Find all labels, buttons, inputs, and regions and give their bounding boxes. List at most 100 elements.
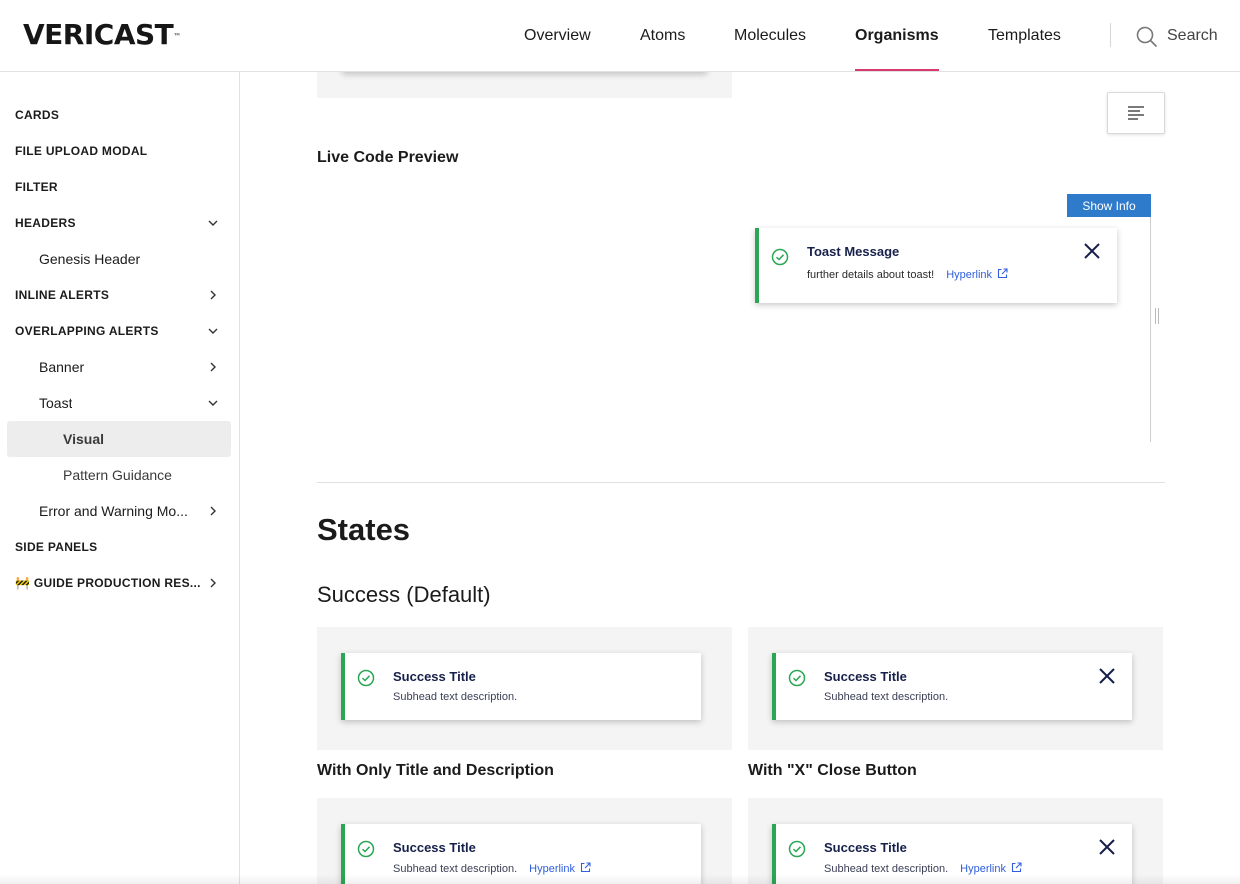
close-icon[interactable] — [1098, 838, 1116, 856]
chevron-right-icon[interactable] — [207, 289, 219, 301]
external-link-icon — [997, 268, 1008, 279]
success-toast: Success Title Subhead text description. H… — [341, 824, 701, 884]
chevron-down-icon[interactable] — [207, 325, 219, 337]
sidebar-item-pattern-guidance[interactable]: Pattern Guidance — [7, 457, 231, 493]
sidebar-item-label: OVERLAPPING ALERTS — [15, 324, 159, 338]
card-caption: With Only Title and Description — [317, 762, 554, 779]
example-card-hyperlink-close: Success Title Subhead text description. H… — [748, 798, 1163, 884]
logo-text: VERICAST — [23, 18, 174, 51]
toast-hyperlink[interactable]: Hyperlink — [529, 862, 591, 875]
states-heading: States — [317, 512, 411, 547]
sidebar-item-guide-production-resources[interactable]: 🚧 GUIDE PRODUCTION RES... — [7, 565, 231, 601]
table-of-contents-button[interactable] — [1107, 92, 1165, 134]
toast-description-text: Subhead text description. — [824, 863, 949, 875]
nav-molecules[interactable]: Molecules — [734, 0, 806, 71]
toast-hyperlink[interactable]: Hyperlink — [960, 862, 1022, 875]
toast-title: Success Title — [824, 840, 907, 855]
toast-hyperlink[interactable]: Hyperlink — [946, 268, 1008, 281]
nav-templates[interactable]: Templates — [988, 0, 1061, 71]
toast-hyperlink-text: Hyperlink — [960, 863, 1006, 875]
check-circle-icon — [771, 248, 789, 266]
sidebar-item-headers[interactable]: HEADERS — [7, 205, 231, 241]
sidebar-item-visual[interactable]: Visual — [7, 421, 231, 457]
live-code-preview-title: Live Code Preview — [317, 149, 459, 166]
check-circle-icon — [357, 669, 375, 687]
close-icon[interactable] — [1098, 667, 1116, 685]
external-link-icon — [580, 862, 591, 873]
example-card-with-hyperlink: Success Title Subhead text description. H… — [317, 798, 732, 884]
list-lines-icon — [1128, 106, 1144, 120]
toast-title: Toast Message — [807, 244, 900, 259]
preview-resize-handle[interactable] — [1155, 308, 1159, 324]
card-caption: With "X" Close Button — [748, 762, 917, 779]
toast-description: Subhead text description. Hyperlink — [393, 862, 591, 875]
logo-trademark: ™ — [173, 32, 181, 41]
sidebar-item-cards[interactable]: CARDS — [7, 97, 231, 133]
toast-description-text: Subhead text description. — [393, 863, 518, 875]
success-toast: Success Title Subhead text description. H… — [772, 824, 1132, 884]
sidebar-item-error-and-warning[interactable]: Error and Warning Mo... — [7, 493, 231, 529]
sidebar-item-label: FILE UPLOAD MODAL — [15, 144, 148, 158]
toast-description: Subhead text description. — [824, 691, 949, 703]
sidebar-item-filter[interactable]: FILTER — [7, 169, 231, 205]
toast-description: Subhead text description. Hyperlink — [824, 862, 1022, 875]
sidebar-item-label: SIDE PANELS — [15, 540, 98, 554]
toast-hyperlink-text: Hyperlink — [529, 863, 575, 875]
check-circle-icon — [788, 669, 806, 687]
sidebar-item-label: Error and Warning Mo... — [39, 503, 188, 519]
chevron-right-icon[interactable] — [207, 577, 219, 589]
toast-description-text: further details about toast! — [807, 269, 935, 281]
sidebar-navigation: CARDS FILE UPLOAD MODAL FILTER HEADERS G… — [0, 72, 240, 884]
example-card-title-description: Success Title Subhead text description. — [317, 627, 732, 750]
preview-frame-border — [1150, 196, 1151, 442]
sidebar-item-label: Banner — [39, 359, 85, 375]
success-toast: Success Title Subhead text description. — [341, 653, 701, 720]
toast-description: Subhead text description. — [393, 691, 518, 703]
toast-hyperlink-text: Hyperlink — [946, 269, 993, 281]
toast-title: Success Title — [824, 669, 907, 684]
live-toast-message: Toast Message further details about toas… — [755, 228, 1117, 303]
section-divider — [317, 482, 1165, 483]
sidebar-item-file-upload-modal[interactable]: FILE UPLOAD MODAL — [7, 133, 231, 169]
close-icon[interactable] — [1083, 242, 1101, 260]
nav-divider — [1110, 23, 1111, 47]
external-link-icon — [1011, 862, 1022, 873]
sidebar-item-label: Genesis Header — [39, 251, 141, 267]
chevron-right-icon[interactable] — [207, 505, 219, 517]
search-label: Search — [1167, 27, 1218, 44]
sidebar-item-toast[interactable]: Toast — [7, 385, 231, 421]
vericast-logo[interactable]: VERICAST™ — [23, 20, 181, 50]
sidebar-item-banner[interactable]: Banner — [7, 349, 231, 385]
search-icon — [1136, 26, 1157, 47]
sidebar-item-genesis-header[interactable]: Genesis Header — [7, 241, 231, 277]
chevron-down-icon[interactable] — [207, 217, 219, 229]
chevron-down-icon[interactable] — [207, 397, 219, 409]
show-info-button[interactable]: Show Info — [1067, 194, 1151, 217]
sidebar-item-label: HEADERS — [15, 216, 76, 230]
check-circle-icon — [788, 840, 806, 858]
toast-title: Success Title — [393, 669, 476, 684]
search-button[interactable]: Search — [1136, 24, 1218, 48]
sidebar-item-inline-alerts[interactable]: INLINE ALERTS — [7, 277, 231, 313]
nav-atoms[interactable]: Atoms — [640, 0, 685, 71]
sidebar-item-label: Visual — [63, 431, 104, 447]
sidebar-item-label: FILTER — [15, 180, 58, 194]
example-card-close-button: Success Title Subhead text description. — [748, 627, 1163, 750]
toast-description: further details about toast! Hyperlink — [807, 268, 1008, 281]
success-toast: Success Title Subhead text description. — [772, 653, 1132, 720]
toast-title: Success Title — [393, 840, 476, 855]
sidebar-item-label: INLINE ALERTS — [15, 288, 110, 302]
sidebar-item-side-panels[interactable]: SIDE PANELS — [7, 529, 231, 565]
check-circle-icon — [357, 840, 375, 858]
nav-organisms[interactable]: Organisms — [855, 0, 939, 71]
main-content: Live Code Preview Show Info Toast Messag… — [241, 72, 1240, 884]
sidebar-item-label: Toast — [39, 395, 73, 411]
nav-overview[interactable]: Overview — [524, 0, 591, 71]
top-navigation-bar: VERICAST™ Overview Atoms Molecules Organ… — [0, 0, 1240, 72]
sidebar-item-label: CARDS — [15, 108, 60, 122]
sidebar-item-label: 🚧 GUIDE PRODUCTION RES... — [15, 576, 201, 590]
previous-example-card — [317, 72, 732, 98]
chevron-right-icon[interactable] — [207, 361, 219, 373]
sidebar-item-overlapping-alerts[interactable]: OVERLAPPING ALERTS — [7, 313, 231, 349]
sidebar-item-label: Pattern Guidance — [63, 467, 172, 483]
